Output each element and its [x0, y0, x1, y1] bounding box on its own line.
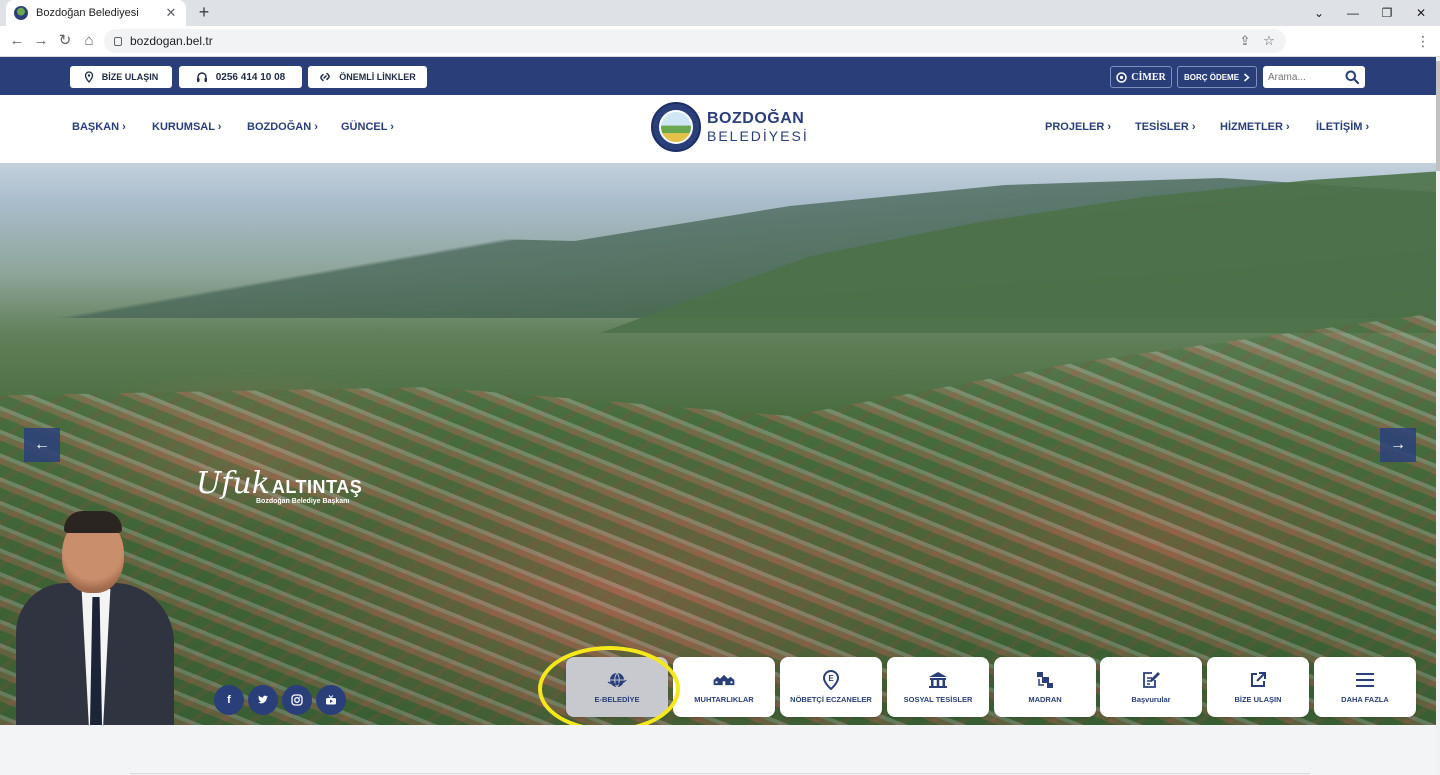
- quick-access-label: Başvurular: [1131, 694, 1171, 704]
- window-close-icon[interactable]: ✕: [1404, 0, 1438, 26]
- quick-access-muhtarliklar[interactable]: MUHTARLIKLAR: [673, 657, 775, 717]
- site-favicon-icon: [14, 6, 28, 20]
- quick-access-label: DAHA FAZLA: [1341, 694, 1389, 704]
- cimer-button[interactable]: CİMER: [1110, 66, 1172, 88]
- location-pin-icon: [84, 71, 93, 83]
- quick-access-madran[interactable]: MADRAN: [994, 657, 1096, 717]
- nav-item-kurumsal[interactable]: KURUMSAL ›: [152, 121, 221, 133]
- svg-text:E: E: [828, 674, 834, 683]
- lock-icon: [114, 36, 122, 46]
- mayor-last-name: ALTINTAŞ: [271, 477, 363, 497]
- instagram-icon[interactable]: [282, 685, 312, 715]
- browser-toolbar: ← → ↻ ⌂ bozdogan.bel.tr ⇪ ☆ ⋮: [0, 26, 1440, 57]
- search-box: [1263, 66, 1365, 88]
- form-edit-icon: [1140, 671, 1162, 689]
- municipality-seal-icon: [651, 102, 701, 152]
- logo-title: BOZDOĞAN: [707, 110, 805, 127]
- quick-access-e-belediye[interactable]: E-BELEDİYE: [566, 657, 668, 717]
- nav-item-bozdogan[interactable]: BOZDOĞAN ›: [247, 121, 318, 133]
- cimer-label: CİMER: [1131, 71, 1166, 83]
- scrollbar-thumb[interactable]: [1436, 61, 1440, 171]
- facebook-icon[interactable]: f: [214, 685, 244, 715]
- logo-subtitle: BELEDİYESİ: [707, 128, 809, 144]
- quick-access-label: MADRAN: [1028, 694, 1062, 704]
- globe-icon: [606, 671, 628, 689]
- bookmark-star-icon[interactable]: ☆: [1258, 29, 1280, 53]
- debt-payment-button[interactable]: BORÇ ÖDEME: [1177, 66, 1257, 88]
- main-navigation: BAŞKAN › KURUMSAL › BOZDOĞAN › GÜNCEL › …: [0, 95, 1436, 163]
- page-content-area: [0, 725, 1436, 775]
- nav-item-hizmetler[interactable]: HİZMETLER ›: [1220, 121, 1290, 133]
- external-link-icon: [1247, 671, 1269, 689]
- page-scrollbar[interactable]: [1436, 57, 1440, 775]
- debt-payment-label: BORÇ ÖDEME: [1183, 72, 1240, 82]
- slider-prev-arrow-icon[interactable]: ←: [24, 428, 60, 462]
- back-arrow-icon[interactable]: ←: [6, 30, 28, 52]
- tab-search-chevron-icon[interactable]: ⌄: [1302, 0, 1336, 26]
- contact-button-label: BİZE ULAŞIN: [101, 72, 159, 82]
- chevron-right-icon: [1244, 72, 1250, 82]
- contact-button[interactable]: BİZE ULAŞIN: [70, 66, 172, 88]
- reload-icon[interactable]: ↻: [54, 30, 76, 52]
- home-icon[interactable]: ⌂: [78, 30, 100, 52]
- nav-item-tesisler[interactable]: TESİSLER ›: [1135, 121, 1196, 133]
- quick-access-nobetci-eczaneler[interactable]: E NÖBETÇİ ECZANELER: [780, 657, 882, 717]
- mayor-first-name: Ufuk: [196, 466, 270, 501]
- twitter-icon[interactable]: [248, 685, 278, 715]
- tab-close-icon[interactable]: ✕: [164, 5, 178, 21]
- address-url: bozdogan.bel.tr: [130, 34, 213, 48]
- forward-arrow-icon[interactable]: →: [30, 30, 52, 52]
- nav-item-guncel[interactable]: GÜNCEL ›: [341, 121, 394, 133]
- search-input[interactable]: [1263, 67, 1341, 87]
- browser-menu-icon[interactable]: ⋮: [1416, 30, 1430, 52]
- cimer-logo-icon: [1116, 71, 1128, 83]
- browser-tab-bar: Bozdoğan Belediyesi ✕ + ⌄ — ❐ ✕: [0, 0, 1440, 26]
- phone-button[interactable]: 0256 414 10 08: [179, 66, 302, 88]
- content-divider: [130, 773, 1310, 774]
- site-top-bar: BİZE ULAŞIN 0256 414 10 08 ÖNEMLİ LİNKLE…: [0, 57, 1436, 95]
- slider-next-arrow-icon[interactable]: →: [1380, 428, 1416, 462]
- youtube-icon[interactable]: [316, 685, 346, 715]
- new-tab-icon[interactable]: +: [194, 2, 214, 22]
- nav-item-projeler[interactable]: PROJELER ›: [1045, 121, 1111, 133]
- madran-icon: [1034, 671, 1056, 689]
- quick-access-label: SOSYAL TESİSLER: [903, 694, 973, 704]
- houses-icon: [713, 671, 735, 689]
- headset-icon: [196, 71, 207, 82]
- browser-tab[interactable]: Bozdoğan Belediyesi ✕: [6, 0, 186, 26]
- quick-access-daha-fazla[interactable]: DAHA FAZLA: [1314, 657, 1416, 717]
- mayor-signature: Ufuk ALTINTAŞ: [196, 466, 362, 501]
- tab-title: Bozdoğan Belediyesi: [36, 7, 139, 19]
- share-icon[interactable]: ⇪: [1234, 29, 1256, 53]
- quick-access-label: E-BELEDİYE: [594, 694, 640, 704]
- hero-slider: ← →: [0, 163, 1436, 725]
- search-icon[interactable]: [1341, 70, 1363, 84]
- quick-access-sosyal-tesisler[interactable]: SOSYAL TESİSLER: [887, 657, 989, 717]
- restore-icon[interactable]: ❐: [1370, 0, 1404, 26]
- nav-item-baskan[interactable]: BAŞKAN ›: [72, 121, 126, 133]
- phone-number: 0256 414 10 08: [215, 71, 286, 83]
- quick-access-bize-ulasin[interactable]: BİZE ULAŞIN: [1207, 657, 1309, 717]
- building-icon: [927, 671, 949, 689]
- nav-item-iletisim[interactable]: İLETİŞİM ›: [1316, 121, 1369, 133]
- mayor-title: Bozdoğan Belediye Başkanı: [256, 498, 350, 505]
- quick-access-label: MUHTARLIKLAR: [694, 694, 754, 704]
- site-logo[interactable]: BOZDOĞAN BELEDİYESİ: [651, 102, 809, 152]
- quick-access-basvurular[interactable]: Başvurular: [1100, 657, 1202, 717]
- pharmacy-pin-icon: E: [820, 669, 842, 690]
- important-links-label: ÖNEMLİ LİNKLER: [339, 72, 416, 82]
- mayor-photo: [16, 511, 176, 725]
- quick-access-label: BİZE ULAŞIN: [1234, 694, 1282, 704]
- link-icon: [320, 72, 331, 82]
- quick-access-label: NÖBETÇİ ECZANELER: [790, 694, 872, 704]
- important-links-button[interactable]: ÖNEMLİ LİNKLER: [308, 66, 427, 88]
- address-bar[interactable]: bozdogan.bel.tr ⇪ ☆: [104, 29, 1286, 53]
- minimize-icon[interactable]: —: [1336, 0, 1370, 26]
- menu-icon: [1354, 671, 1376, 689]
